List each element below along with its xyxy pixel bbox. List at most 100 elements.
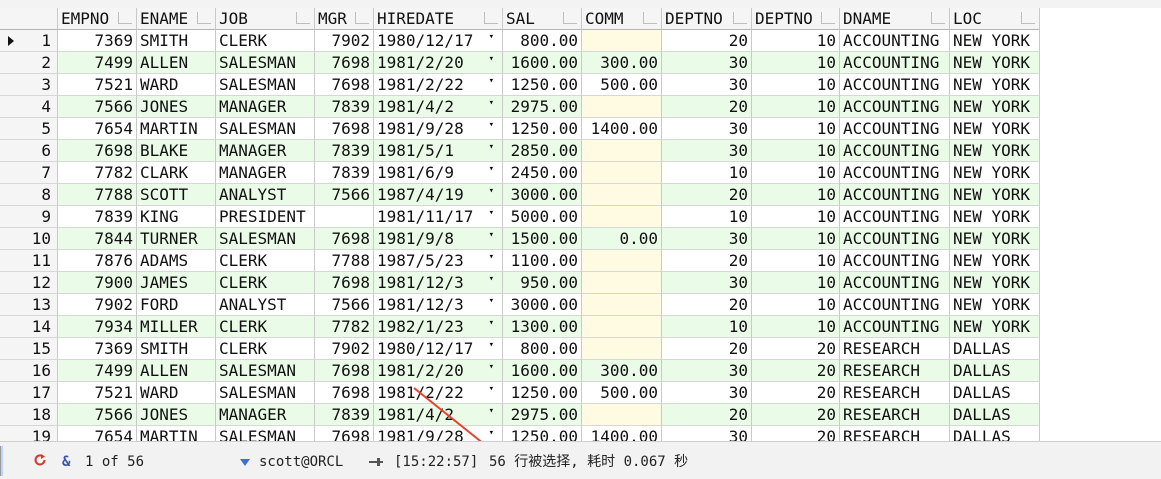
grid-cell[interactable]: 20 — [662, 184, 752, 206]
grid-cell[interactable]: 1400.00 — [582, 118, 662, 140]
grid-cell[interactable]: 1981/9/28 ▾ — [374, 118, 503, 140]
grid-cell[interactable]: 7698 — [58, 140, 137, 162]
table-row[interactable]: 7 7782 CLARK MANAGER 7839 1981/6/9 ▾ 2450.00 10 1… — [0, 162, 1040, 184]
grid-cell[interactable]: 7566 — [58, 96, 137, 118]
table-row[interactable]: 4 7566 JONES MANAGER 7839 1981/4/2 ▾ 2975.00 20 1… — [0, 96, 1040, 118]
column-sort-button[interactable] — [118, 12, 132, 24]
grid-cell[interactable]: RESEARCH — [840, 338, 950, 360]
date-dropdown-icon[interactable]: ▾ — [489, 187, 494, 196]
grid-cell[interactable]: SALESMAN — [216, 74, 315, 96]
grid-cell[interactable]: CLERK — [216, 250, 315, 272]
grid-cell[interactable]: 10 — [752, 272, 840, 294]
date-dropdown-icon[interactable]: ▾ — [489, 99, 494, 108]
grid-cell[interactable]: RESEARCH — [840, 382, 950, 404]
grid-cell[interactable]: 1982/1/23 ▾ — [374, 316, 503, 338]
grid-cell[interactable]: 1981/4/2 ▾ — [374, 404, 503, 426]
grid-cell[interactable]: 7839 — [315, 96, 374, 118]
grid-cell[interactable]: 3000.00 — [503, 294, 582, 316]
grid-cell[interactable]: 0.00 — [582, 228, 662, 250]
grid-cell[interactable]: 7782 — [58, 162, 137, 184]
column-sort-button[interactable] — [643, 12, 657, 24]
grid-cell[interactable]: ACCOUNTING — [840, 140, 950, 162]
grid-cell[interactable]: 10 — [752, 316, 840, 338]
grid-cell[interactable]: 10 — [752, 250, 840, 272]
grid-cell[interactable]: SALESMAN — [216, 118, 315, 140]
date-dropdown-icon[interactable]: ▾ — [489, 297, 494, 306]
grid-cell[interactable]: 10 — [662, 206, 752, 228]
grid-cell[interactable]: 20 — [752, 382, 840, 404]
date-dropdown-icon[interactable]: ▾ — [489, 143, 494, 152]
grid-cell[interactable]: DALLAS — [950, 382, 1040, 404]
grid-cell[interactable]: 7788 — [58, 184, 137, 206]
grid-cell[interactable]: 1981/12/3 ▾ — [374, 294, 503, 316]
grid-cell[interactable]: 1600.00 — [503, 52, 582, 74]
grid-cell[interactable]: ACCOUNTING — [840, 118, 950, 140]
grid-cell[interactable]: 1987/5/23 ▾ — [374, 250, 503, 272]
grid-cell[interactable]: 20 — [752, 338, 840, 360]
table-row[interactable]: 5 7654 MARTIN SALESMAN 7698 1981/9/28 ▾ 1250.00… — [0, 118, 1040, 140]
grid-cell[interactable]: 10 — [752, 162, 840, 184]
grid-cell[interactable]: 7844 — [58, 228, 137, 250]
table-row[interactable]: 15 7369 SMITH CLERK 7902 1980/12/17 ▾ 800.00 20 2… — [0, 338, 1040, 360]
grid-cell[interactable]: 1250.00 — [503, 74, 582, 96]
grid-cell[interactable]: SALESMAN — [216, 228, 315, 250]
result-grid[interactable]: EMPNO ENAME JOB MGR HIREDATE SAL COMM DEPTNO DEP… — [0, 8, 1161, 441]
grid-cell[interactable] — [582, 206, 662, 228]
grid-cell[interactable]: 20 — [662, 294, 752, 316]
grid-cell[interactable]: CLERK — [216, 316, 315, 338]
grid-cell[interactable]: 7839 — [58, 206, 137, 228]
column-sort-button[interactable] — [484, 12, 498, 24]
grid-cell[interactable]: NEW YORK — [950, 118, 1040, 140]
grid-cell[interactable]: 30 — [662, 360, 752, 382]
grid-cell[interactable]: 10 — [752, 140, 840, 162]
grid-cell[interactable]: MANAGER — [216, 162, 315, 184]
grid-cell[interactable]: 7369 — [58, 30, 137, 52]
grid-cell[interactable]: 800.00 — [503, 338, 582, 360]
grid-cell[interactable]: WARD — [137, 382, 216, 404]
grid-cell[interactable]: MILLER — [137, 316, 216, 338]
date-dropdown-icon[interactable]: ▾ — [489, 319, 494, 328]
grid-cell[interactable]: 2975.00 — [503, 96, 582, 118]
grid-cell[interactable]: 20 — [662, 96, 752, 118]
grid-cell[interactable]: ALLEN — [137, 360, 216, 382]
grid-cell[interactable]: 1250.00 — [503, 382, 582, 404]
grid-cell[interactable]: 1600.00 — [503, 360, 582, 382]
grid-cell[interactable]: 20 — [662, 338, 752, 360]
grid-cell[interactable]: 1981/12/3 ▾ — [374, 272, 503, 294]
grid-cell[interactable]: 7839 — [315, 404, 374, 426]
grid-cell[interactable]: RESEARCH — [840, 426, 950, 441]
grid-cell[interactable]: 500.00 — [582, 382, 662, 404]
table-row[interactable]: 1 7369 SMITH CLERK 7902 1980/12/17 ▾ 800.00 20 10… — [0, 30, 1040, 52]
column-sort-button[interactable] — [1021, 12, 1035, 24]
table-row[interactable]: 14 7934 MILLER CLERK 7782 1982/1/23 ▾ 1300.00 10… — [0, 316, 1040, 338]
column-header-ename[interactable]: ENAME — [137, 8, 216, 30]
grid-cell[interactable]: 7499 — [58, 52, 137, 74]
grid-cell[interactable]: 10 — [752, 74, 840, 96]
grid-cell[interactable] — [582, 316, 662, 338]
grid-cell[interactable]: 1250.00 — [503, 118, 582, 140]
grid-cell[interactable]: ADAMS — [137, 250, 216, 272]
grid-cell[interactable] — [582, 184, 662, 206]
grid-cell[interactable]: NEW YORK — [950, 30, 1040, 52]
table-row[interactable]: 17 7521 WARD SALESMAN 7698 1981/2/22 ▾ 1250.00 5… — [0, 382, 1040, 404]
grid-cell[interactable]: ACCOUNTING — [840, 30, 950, 52]
date-dropdown-icon[interactable]: ▾ — [489, 209, 494, 218]
grid-cell[interactable] — [582, 30, 662, 52]
column-header-job[interactable]: JOB — [216, 8, 315, 30]
grid-cell[interactable]: 7900 — [58, 272, 137, 294]
column-header-dname[interactable]: DNAME — [840, 8, 950, 30]
refresh-icon[interactable] — [33, 453, 47, 471]
grid-cell[interactable]: 1400.00 — [582, 426, 662, 441]
date-dropdown-icon[interactable]: ▾ — [489, 363, 494, 372]
grid-cell[interactable]: NEW YORK — [950, 140, 1040, 162]
grid-cell[interactable]: 7566 — [315, 294, 374, 316]
grid-cell[interactable]: 1981/2/22 ▾ — [374, 74, 503, 96]
grid-cell[interactable]: ANALYST — [216, 294, 315, 316]
table-row[interactable]: 13 7902 FORD ANALYST 7566 1981/12/3 ▾ 3000.00 20… — [0, 294, 1040, 316]
grid-cell[interactable]: 7934 — [58, 316, 137, 338]
grid-cell[interactable]: 30 — [662, 382, 752, 404]
grid-cell[interactable]: 20 — [662, 30, 752, 52]
grid-cell[interactable]: 1981/11/17 ▾ — [374, 206, 503, 228]
grid-cell[interactable]: 10 — [752, 52, 840, 74]
table-row[interactable]: 10 7844 TURNER SALESMAN 7698 1981/9/8 ▾ 1500.00… — [0, 228, 1040, 250]
